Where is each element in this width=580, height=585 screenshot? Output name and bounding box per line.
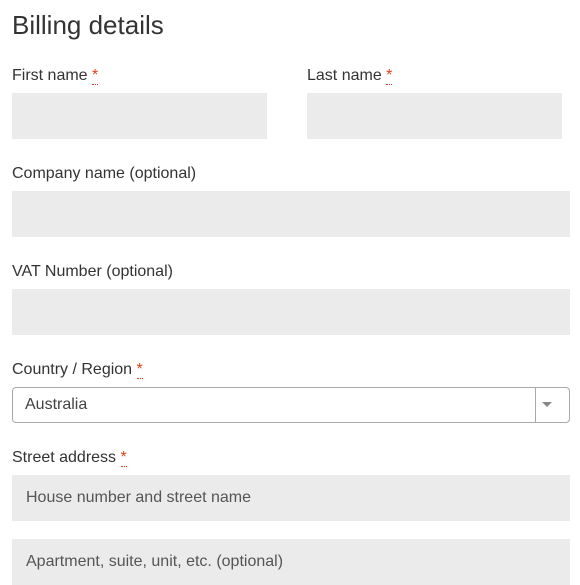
- country-select[interactable]: Australia: [12, 387, 570, 423]
- company-input[interactable]: [12, 191, 570, 237]
- first-name-input[interactable]: [12, 93, 267, 139]
- street2-input[interactable]: [12, 539, 570, 585]
- company-label: Company name (optional): [12, 165, 570, 183]
- street-input[interactable]: [12, 475, 570, 521]
- required-mark: *: [92, 67, 98, 85]
- street-label: Street address *: [12, 449, 570, 467]
- last-name-label: Last name *: [307, 67, 562, 85]
- required-mark: *: [121, 449, 127, 467]
- last-name-input[interactable]: [307, 93, 562, 139]
- first-name-label: First name *: [12, 67, 267, 85]
- country-label: Country / Region *: [12, 361, 570, 379]
- country-select-value: Australia: [25, 396, 535, 414]
- vat-input[interactable]: [12, 289, 570, 335]
- page-title: Billing details: [12, 10, 570, 41]
- chevron-down-icon: [535, 388, 557, 422]
- required-mark: *: [386, 67, 392, 85]
- vat-label: VAT Number (optional): [12, 263, 570, 281]
- required-mark: *: [137, 361, 143, 379]
